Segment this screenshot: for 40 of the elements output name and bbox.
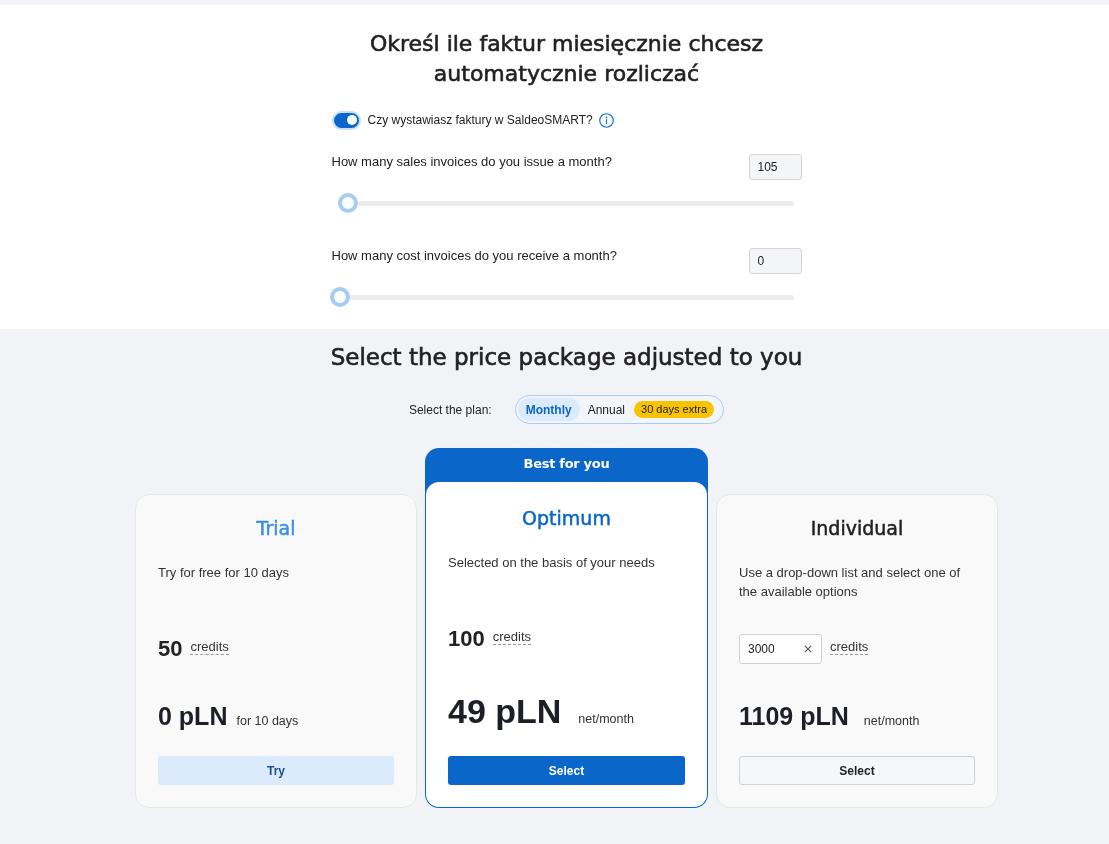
slider-thumb[interactable] [329, 287, 350, 307]
price-note: net/month [863, 713, 920, 730]
section-title: Select the price package adjusted to you [330, 343, 803, 372]
plan-description: Selected on the basis of your needs [448, 554, 656, 572]
price-note: net/month [578, 711, 634, 728]
price-note: for 10 days [236, 713, 299, 730]
plan-title: Trial [255, 516, 297, 541]
plan-option[interactable]: Monthly [517, 398, 580, 421]
select-plan-button[interactable]: Select [448, 756, 685, 785]
promo-badge: 30 days extra [634, 401, 715, 418]
price: 49 pLN [448, 691, 562, 732]
credits-label: credits [190, 639, 229, 655]
plan-description: Use a drop-down list and select one of the available options [739, 564, 962, 601]
credits-amount: 100 [448, 626, 485, 652]
page-title: Określ ile faktur miesięcznie chcesz automatycznie rozliczać [368, 30, 765, 88]
question-label: How many sales invoices do you issue a month? [331, 154, 612, 170]
number-field[interactable]: 105 [748, 154, 802, 180]
plan-option[interactable]: Annual [579, 398, 634, 421]
plan-label: Select the plan: [408, 402, 492, 417]
info-icon[interactable] [598, 112, 614, 128]
toggle-switch[interactable] [331, 110, 361, 130]
slider-thumb[interactable] [338, 193, 359, 213]
ribbon-label: Best for you [523, 455, 610, 473]
clear-icon[interactable] [804, 645, 812, 653]
plan-title: Individual [809, 516, 905, 541]
credits-select[interactable]: 3000 [739, 634, 822, 664]
select-plan-button[interactable]: Select [739, 756, 975, 785]
slider-track[interactable] [358, 200, 794, 206]
slider-track[interactable] [349, 294, 794, 300]
price: 1109 pLN [739, 701, 849, 732]
toggle-label: Czy wystawiasz faktury w SaldeoSMART? [367, 113, 593, 127]
select-plan-button[interactable]: Try [158, 756, 394, 785]
credits-label: credits [492, 629, 531, 645]
plan-title: Optimum [521, 506, 612, 531]
number-field[interactable]: 0 [748, 248, 802, 274]
plan-description: Try for free for 10 days [158, 564, 290, 582]
price: 0 pLN [158, 701, 228, 732]
credits-label: credits [830, 639, 869, 655]
question-label: How many cost invoices do you receive a month? [331, 248, 617, 264]
credits-amount: 50 [158, 636, 183, 662]
